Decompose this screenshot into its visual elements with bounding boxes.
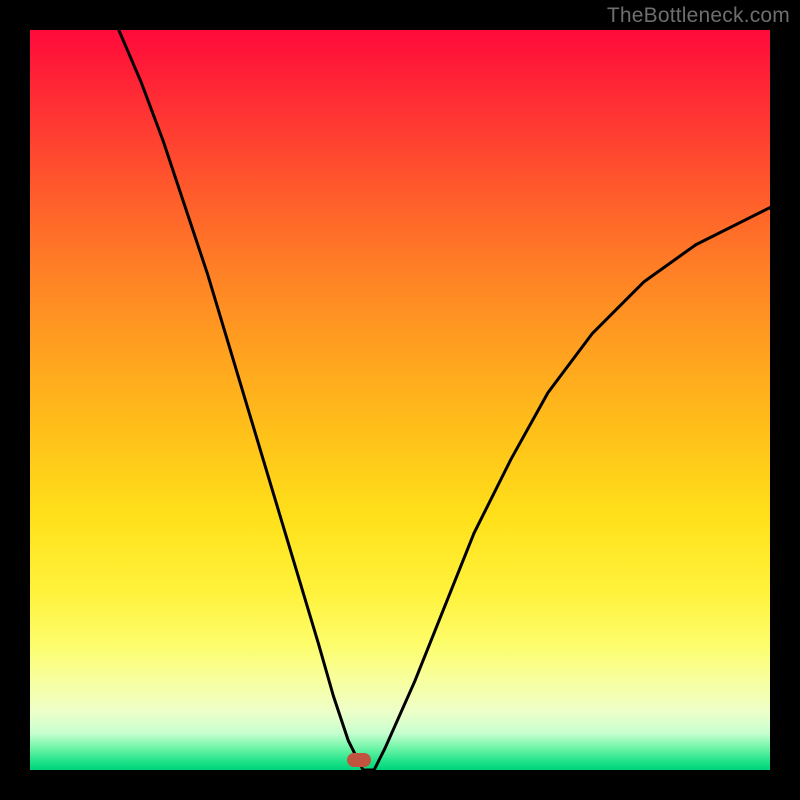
- plot-area: [30, 30, 770, 770]
- bottleneck-curve: [30, 30, 770, 770]
- optimum-marker: [347, 753, 371, 767]
- watermark-text: TheBottleneck.com: [607, 4, 790, 28]
- chart-frame: TheBottleneck.com: [0, 0, 800, 800]
